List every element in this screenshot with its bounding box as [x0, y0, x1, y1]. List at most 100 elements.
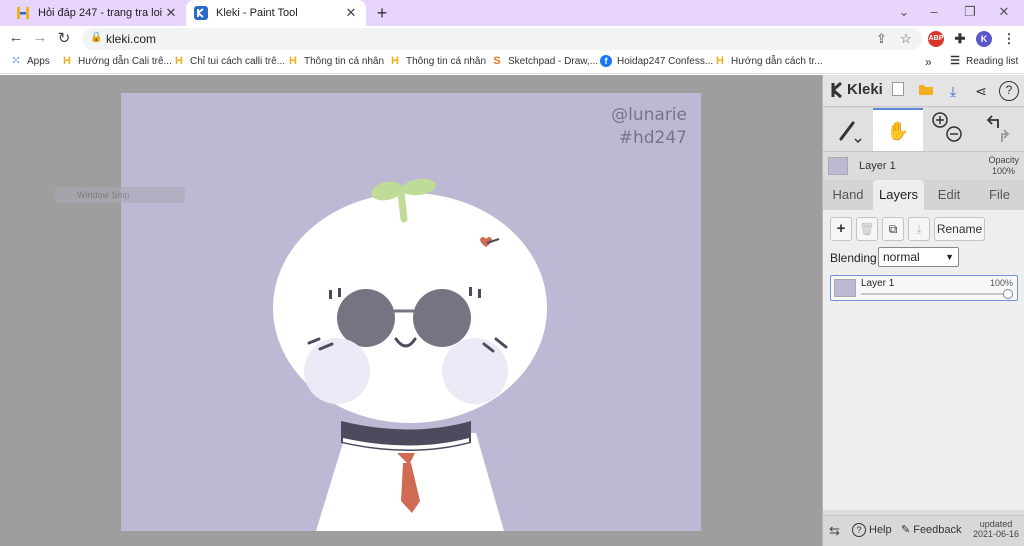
hoidap-h-icon: H — [175, 55, 183, 67]
layer-opacity-slider[interactable] — [861, 293, 1009, 295]
layer-thumbnail — [834, 279, 856, 297]
window-snip-overlay: Window Snip — [55, 187, 185, 203]
tab-hand[interactable]: Hand — [823, 180, 873, 210]
kleki-logo[interactable]: Kleki — [830, 81, 883, 98]
profile-avatar[interactable]: K — [976, 31, 992, 47]
opacity-slider-handle[interactable] — [1003, 289, 1013, 299]
hand-tool-icon[interactable]: ✋ — [873, 108, 923, 151]
reading-list-button[interactable]: ☰ Reading list — [949, 55, 1018, 67]
hoidap-h-icon — [17, 7, 29, 19]
kleki-toolbar: ✋ — [823, 108, 1024, 152]
tab-file[interactable]: File — [974, 180, 1024, 210]
bookmark-label: Hoidap247 Confess... — [617, 55, 714, 67]
hoidap-h-icon: H — [716, 55, 724, 67]
hoidap-h-icon: H — [289, 55, 297, 67]
tab-search-icon[interactable]: ⌄ — [894, 4, 914, 20]
bookmark-item[interactable]: H Hướng dẫn cách tr... — [714, 55, 823, 67]
tab-kleki[interactable]: Kleki - Paint Tool ✕ — [186, 0, 366, 26]
bookmark-label: Hướng dẫn Cali trê... — [78, 55, 172, 67]
layer-row[interactable]: Layer 1 100% — [830, 275, 1018, 301]
help-button[interactable]: ? Help — [852, 523, 892, 537]
close-window-button[interactable]: ✕ — [994, 4, 1014, 20]
swap-sides-icon[interactable]: ⇆ — [829, 523, 840, 539]
bookmark-apps[interactable]: ⁙ Apps — [10, 55, 49, 67]
open-folder-icon[interactable] — [916, 81, 936, 101]
hoidap-h-icon: H — [391, 55, 399, 67]
extensions-puzzle-icon[interactable]: ✚ — [952, 31, 968, 47]
layer-opacity: 100% — [989, 278, 1013, 288]
kleki-sidebar: Kleki ⤓ ⋖ ? ✋ Layer 1 Opacity 100% Hand … — [822, 75, 1024, 546]
address-bar[interactable]: 🔒 kleki.com ⇪ ☆ — [82, 28, 922, 50]
tab-edit[interactable]: Edit — [924, 180, 974, 210]
chevron-down-icon: ▼ — [945, 252, 954, 262]
forward-button[interactable]: → — [31, 29, 49, 46]
brush-tool-icon[interactable] — [823, 108, 873, 151]
restore-button[interactable]: ❐ — [960, 4, 980, 20]
kleki-logo-icon — [831, 81, 842, 98]
minimize-button[interactable]: – — [924, 4, 944, 19]
bookmark-star-icon[interactable]: ☆ — [900, 31, 912, 47]
tab-hoidap247[interactable]: Hỏi đáp 247 - trang tra loi ✕ — [8, 0, 186, 26]
blending-label: Blending — [830, 251, 877, 265]
rename-layer-button[interactable]: Rename — [934, 217, 985, 241]
download-icon[interactable]: ⤓ — [943, 81, 963, 101]
zoom-tool-icon[interactable] — [923, 108, 973, 151]
share-icon[interactable]: ⋖ — [971, 81, 991, 101]
duplicate-layer-button[interactable]: ⧉ — [882, 217, 904, 241]
layer-thumbnail — [828, 157, 848, 175]
bookmark-item[interactable]: H Thông tin cá nhân — [287, 55, 384, 67]
current-layer-info: Layer 1 Opacity 100% — [823, 153, 1024, 179]
tab-strip: Hỏi đáp 247 - trang tra loi ✕ Kleki - Pa… — [0, 0, 1024, 26]
kleki-icon — [194, 6, 208, 20]
new-image-icon[interactable] — [888, 81, 908, 101]
bookmarks-more-button[interactable]: » — [925, 55, 932, 69]
tab-title: Hỏi đáp 247 - trang tra loi — [38, 7, 163, 19]
close-icon[interactable]: ✕ — [344, 5, 358, 21]
merge-down-button[interactable]: ⤓ — [908, 217, 930, 241]
bookmark-item[interactable]: H Chỉ tui cách calli trê... — [173, 55, 285, 67]
bookmark-item[interactable]: f Hoidap247 Confess... — [600, 55, 713, 67]
kleki-header: Kleki ⤓ ⋖ ? — [823, 75, 1024, 107]
help-icon[interactable]: ? — [999, 81, 1019, 101]
tab-title: Kleki - Paint Tool — [216, 7, 298, 19]
kleki-footer: ⇆ ? Help ✎ Feedback updated 2021-06-16 — [823, 515, 1024, 546]
blush-left — [304, 338, 370, 404]
add-layer-button[interactable]: + — [830, 217, 852, 241]
bookmarks-bar: ⁙ Apps H Hướng dẫn Cali trê... H Chỉ tui… — [0, 52, 1024, 74]
help-label: Help — [869, 524, 892, 536]
blush-right — [442, 338, 508, 404]
canvas-workspace[interactable]: @lunarie #hd247 Window Snip — [0, 75, 822, 546]
tab-layers[interactable]: Layers — [873, 180, 924, 210]
back-button[interactable]: ← — [7, 29, 25, 46]
updated-info: updated 2021-06-16 — [973, 519, 1019, 539]
bookmark-label: Chỉ tui cách calli trê... — [190, 55, 286, 67]
sketchpad-icon: S — [493, 55, 501, 67]
bookmark-item[interactable]: H Hướng dẫn Cali trê... — [61, 55, 172, 67]
menu-dots-icon[interactable]: ⋮ — [1001, 31, 1017, 47]
close-icon[interactable]: ✕ — [164, 5, 178, 21]
feedback-pencil-icon: ✎ — [901, 524, 911, 536]
watermark-tag: #hd247 — [618, 128, 687, 148]
delete-layer-button[interactable]: 🗑 — [856, 217, 878, 241]
address-url: kleki.com — [106, 32, 157, 46]
undo-redo-icon[interactable] — [973, 108, 1023, 151]
drawing-canvas[interactable]: @lunarie #hd247 — [121, 93, 701, 531]
blending-select[interactable]: normal ▼ — [878, 247, 959, 267]
bookmark-item[interactable]: H Thông tin cá nhân — [389, 55, 486, 67]
adblock-icon[interactable]: ABP — [928, 31, 944, 47]
new-tab-button[interactable]: + — [372, 3, 392, 24]
feedback-button[interactable]: ✎ Feedback — [901, 523, 962, 537]
sprout-stem — [397, 189, 408, 223]
reading-list-icon: ☰ — [950, 55, 960, 67]
blending-value: normal — [883, 250, 920, 264]
glasses-lens-left — [337, 289, 395, 347]
reload-button[interactable]: ↻ — [55, 29, 73, 47]
facebook-icon: f — [600, 55, 612, 67]
share-icon[interactable]: ⇪ — [876, 31, 887, 47]
bookmark-item[interactable]: S Sketchpad - Draw,... — [491, 55, 598, 67]
bookmark-label: Thông tin cá nhân — [304, 55, 385, 67]
glasses-lens-right — [413, 289, 471, 347]
help-icon: ? — [852, 523, 866, 537]
lock-icon: 🔒 — [90, 32, 103, 43]
watermark-handle: @lunarie — [611, 105, 687, 125]
